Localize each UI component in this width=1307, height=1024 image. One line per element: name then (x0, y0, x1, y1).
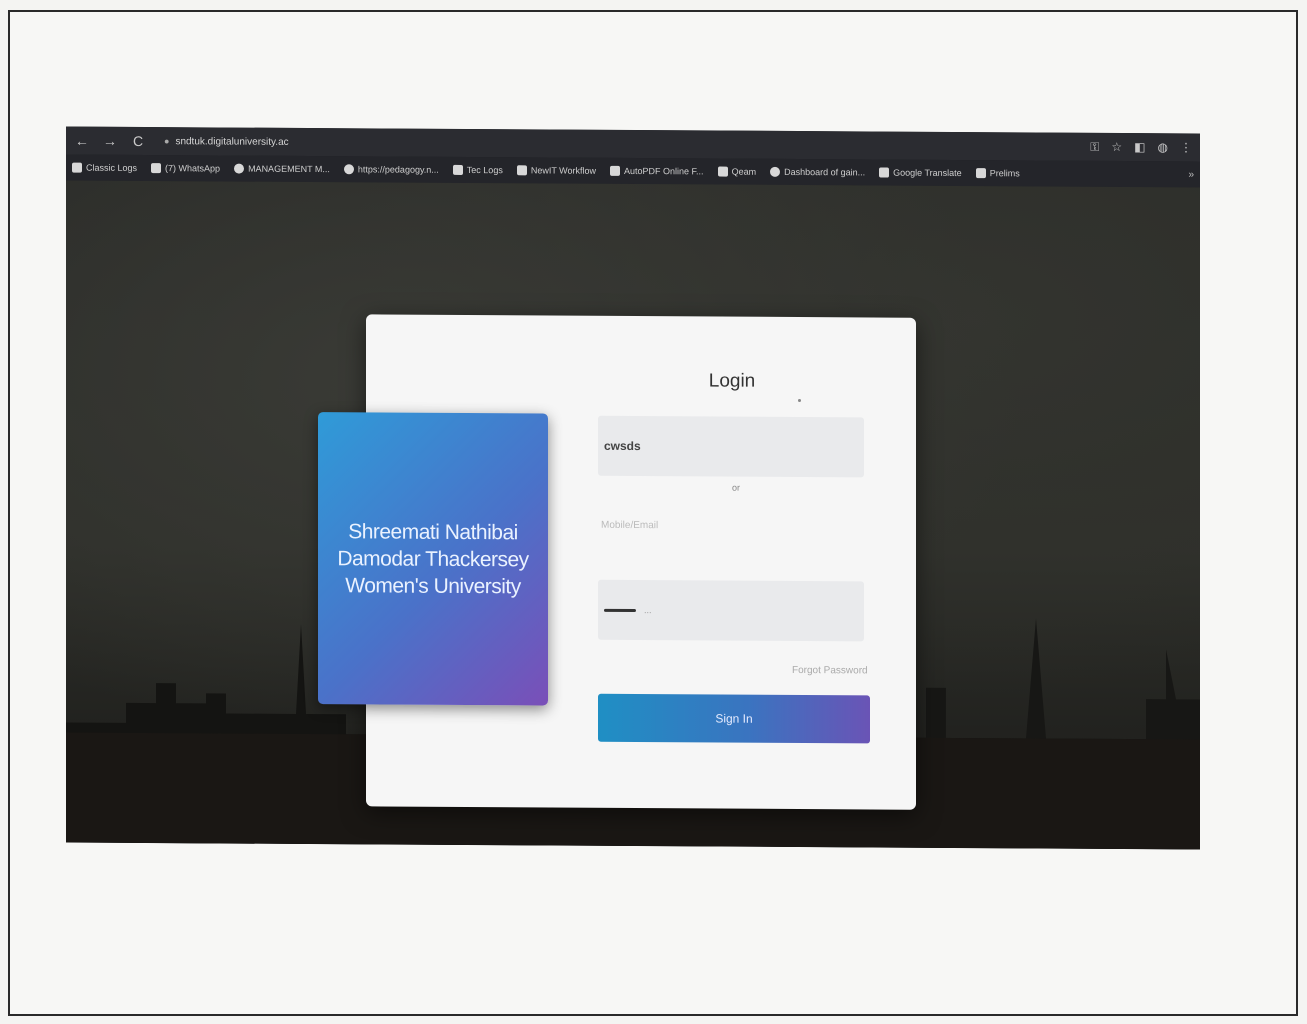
bookmark-item[interactable]: Classic Logs (72, 162, 137, 173)
forward-button[interactable]: → (102, 133, 118, 149)
username-input[interactable]: cwsds (598, 415, 864, 478)
or-separator: or (732, 482, 741, 493)
key-icon[interactable]: ⚿ (1090, 139, 1099, 154)
password-hint: ... (644, 605, 652, 616)
bookmark-item[interactable]: Google Translate (879, 167, 962, 178)
bookmark-item[interactable]: Qeam (717, 166, 756, 177)
bookmark-item[interactable]: Tec Logs (452, 164, 503, 175)
cursor-icon (798, 399, 801, 403)
username-value: cwsds (604, 438, 641, 454)
bookmark-item[interactable]: Prelims (975, 168, 1020, 179)
reload-button[interactable]: C (130, 133, 146, 149)
bookmark-icon (516, 165, 527, 176)
bookmark-icon (717, 166, 728, 177)
bookmark-item[interactable]: https://pedagogy.n... (343, 164, 439, 175)
bookmark-icon (610, 165, 621, 176)
globe-icon (343, 164, 354, 175)
lock-icon: ● (164, 136, 170, 147)
bookmark-icon (975, 168, 986, 179)
bookmark-icon (452, 164, 463, 175)
sign-in-label: Sign In (715, 711, 753, 726)
bookmark-item[interactable]: Dashboard of gain... (770, 166, 865, 177)
toolbar-icons: ⚿ ☆ ◧ ◍ ⋮ (1090, 139, 1192, 155)
university-banner: Shreemati Nathibai Damodar Thackersey Wo… (318, 412, 548, 706)
bookmark-item[interactable]: MANAGEMENT M... (234, 163, 330, 174)
login-title: Login (708, 370, 756, 392)
bookmark-item[interactable]: NewIT Workflow (516, 165, 596, 176)
monitor-screen: ← → C ● sndtuk.digitaluniversity.ac ⚿ ☆ … (66, 126, 1200, 850)
password-input[interactable]: ... (598, 579, 864, 642)
university-name: Shreemati Nathibai Damodar Thackersey Wo… (337, 519, 529, 598)
sign-in-button[interactable]: Sign In (598, 693, 870, 744)
back-button[interactable]: ← (74, 133, 90, 149)
bookmarks-more-button[interactable]: » (1188, 169, 1194, 180)
menu-icon[interactable]: ⋮ (1180, 140, 1192, 155)
globe-icon (234, 163, 245, 174)
translate-icon (879, 167, 890, 178)
globe-icon (770, 166, 781, 177)
whatsapp-icon (151, 163, 162, 174)
forgot-password-link[interactable]: Forgot Password (792, 665, 868, 676)
password-dots (604, 608, 636, 612)
url-text: sndtuk.digitaluniversity.ac (175, 135, 289, 148)
star-icon[interactable]: ☆ (1111, 139, 1122, 154)
bookmark-item[interactable]: AutoPDF Online F... (610, 165, 704, 176)
extension-icon[interactable]: ◧ (1134, 140, 1145, 155)
profile-icon[interactable]: ◍ (1158, 140, 1168, 155)
bookmark-icon (72, 162, 82, 173)
mobile-email-input[interactable]: Mobile/Email (601, 520, 658, 531)
bookmark-item[interactable]: (7) WhatsApp (151, 163, 220, 173)
address-bar[interactable]: ● sndtuk.digitaluniversity.ac (158, 136, 289, 148)
